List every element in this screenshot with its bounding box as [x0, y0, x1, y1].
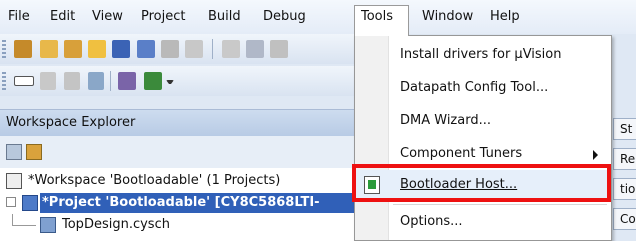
- new-file-icon[interactable]: [64, 40, 82, 58]
- menu-item-datapath-config[interactable]: Datapath Config Tool...: [356, 73, 610, 105]
- tab-options[interactable]: tio: [613, 178, 636, 200]
- folder-icon[interactable]: [26, 144, 42, 160]
- overflow-icon[interactable]: [166, 80, 174, 88]
- copy-icon[interactable]: [246, 40, 264, 58]
- open-folder-icon[interactable]: [88, 40, 106, 58]
- expand-icon[interactable]: [6, 197, 16, 207]
- workspace-explorer-header: Workspace Explorer: [0, 109, 364, 136]
- menu-item-install-drivers[interactable]: Install drivers for µVision: [356, 40, 610, 72]
- paste-icon[interactable]: [270, 40, 288, 58]
- component-icon[interactable]: [14, 76, 34, 86]
- toolbar-grip[interactable]: [2, 40, 6, 59]
- tab-recent[interactable]: Re: [613, 148, 636, 170]
- tree-line: [12, 225, 36, 226]
- menu-window[interactable]: Window: [422, 9, 473, 24]
- tree-row-topdesign[interactable]: TopDesign.cysch: [0, 214, 364, 236]
- tree-selection: *Project 'Bootloadable' [CY8C5868LTI-: [40, 193, 364, 213]
- tab-code[interactable]: Co: [613, 208, 636, 230]
- schematic-icon: [40, 217, 56, 233]
- submenu-arrow-icon: [593, 150, 598, 160]
- menu-file[interactable]: File: [8, 9, 30, 24]
- flip-icon[interactable]: [40, 72, 56, 90]
- new-project-icon[interactable]: [40, 40, 58, 58]
- cut-icon[interactable]: [222, 40, 240, 58]
- workspace-tree: *Workspace 'Bootloadable' (1 Projects) *…: [0, 168, 364, 241]
- menu-build[interactable]: Build: [208, 9, 241, 24]
- menu-view[interactable]: View: [92, 9, 123, 24]
- tab-start[interactable]: St: [613, 118, 636, 140]
- workspace-icon: [6, 173, 22, 189]
- menu-edit[interactable]: Edit: [50, 9, 75, 24]
- print-icon[interactable]: [161, 40, 179, 58]
- workspace-explorer-title: Workspace Explorer: [6, 115, 136, 130]
- toolbar-separator: [110, 71, 111, 91]
- highlight-annotation-box: [352, 164, 611, 202]
- toolbar-separator: [212, 39, 213, 59]
- project-icon: [22, 195, 38, 211]
- menu-help[interactable]: Help: [490, 9, 520, 24]
- tree-row-workspace[interactable]: *Workspace 'Bootloadable' (1 Projects): [0, 170, 364, 192]
- menu-item-options[interactable]: Options...: [356, 207, 610, 239]
- tools-dropdown-menu: Install drivers for µVision Datapath Con…: [354, 35, 612, 241]
- chip-icon[interactable]: [118, 72, 136, 90]
- menu-item-dma-wizard[interactable]: DMA Wizard...: [356, 106, 610, 138]
- new-workspace-icon[interactable]: [14, 40, 32, 58]
- standard-toolbar: [0, 34, 364, 64]
- workspace-icon-bar: [0, 136, 364, 168]
- menu-project[interactable]: Project: [141, 9, 185, 24]
- menu-bar: File Edit View Project Build Debug Windo…: [0, 0, 636, 34]
- toolbar-grip[interactable]: [2, 72, 6, 91]
- menu-separator: [393, 204, 607, 205]
- rotate-icon[interactable]: [64, 72, 80, 90]
- secondary-toolbar: [0, 66, 364, 96]
- save-icon[interactable]: [112, 40, 130, 58]
- save-all-icon[interactable]: [137, 40, 155, 58]
- add-image-icon[interactable]: [88, 72, 104, 90]
- collapse-icon[interactable]: [6, 144, 22, 160]
- tree-row-project[interactable]: *Project 'Bootloadable' [CY8C5868LTI-: [0, 192, 364, 214]
- bug-icon[interactable]: [144, 72, 162, 90]
- print-preview-icon[interactable]: [185, 40, 203, 58]
- menu-debug[interactable]: Debug: [263, 9, 306, 24]
- menu-tools[interactable]: Tools: [354, 5, 409, 36]
